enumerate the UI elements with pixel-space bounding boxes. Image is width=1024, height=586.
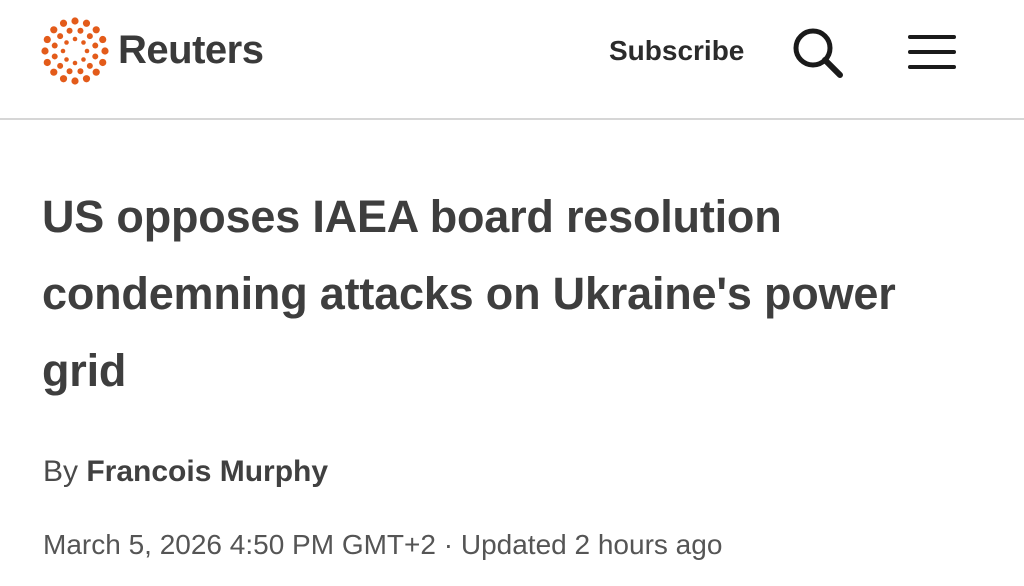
logo-dot	[99, 35, 107, 44]
article-headline: US opposes IAEA board resolution condemn…	[42, 191, 896, 396]
logo-dot	[81, 40, 86, 45]
logo-dot	[99, 58, 107, 67]
logo-dot	[71, 77, 79, 85]
logo-dot	[72, 36, 78, 42]
logo-dot	[41, 47, 49, 55]
published-date: March 5, 2026 4:50 PM GMT+2	[43, 529, 436, 560]
logo-dot	[92, 68, 100, 76]
hamburger-menu-icon	[908, 35, 956, 69]
reuters-logo-icon	[41, 17, 109, 85]
logo-dot	[57, 33, 64, 40]
search-icon	[793, 28, 843, 78]
logo-dot	[86, 33, 93, 40]
logo-dot	[60, 48, 66, 54]
logo-dot	[86, 62, 93, 69]
logo-dot	[64, 40, 69, 45]
byline-prefix: By	[43, 455, 79, 488]
logo-dot	[82, 75, 91, 83]
logo-wordmark: Reuters	[118, 28, 264, 72]
logo-dot	[64, 57, 69, 62]
logo-dot	[59, 75, 68, 83]
logo-dot	[50, 68, 58, 76]
logo-dot	[51, 53, 58, 60]
logo-dot	[77, 27, 84, 34]
logo-dot	[66, 27, 73, 34]
logo-dot	[57, 62, 64, 69]
subscribe-button[interactable]: Subscribe	[609, 31, 744, 71]
reuters-logo[interactable]: Reuters	[40, 17, 264, 85]
site-header: Reuters Subscribe	[0, 0, 1024, 120]
logo-dot	[101, 47, 109, 55]
logo-dot	[82, 19, 91, 27]
logo-dot	[66, 68, 73, 75]
author-link[interactable]: Francois Murphy	[86, 455, 328, 488]
logo-dot	[43, 35, 51, 44]
logo-dot	[72, 60, 78, 66]
updated-time: Updated 2 hours ago	[460, 529, 723, 560]
dateline-separator: ·	[443, 529, 454, 560]
logo-dot	[50, 26, 58, 34]
search-button[interactable]	[790, 25, 846, 81]
logo-dot	[59, 19, 68, 27]
byline: By Francois Murphy	[43, 452, 328, 492]
logo-dot	[92, 26, 100, 34]
logo-dot	[51, 42, 58, 49]
logo-dot	[71, 17, 79, 25]
menu-button[interactable]	[906, 32, 958, 72]
logo-dot	[92, 53, 99, 60]
logo-dot	[81, 57, 86, 62]
logo-dot	[43, 58, 51, 67]
article-dateline: March 5, 2026 4:50 PM GMT+2 · Updated 2 …	[43, 525, 722, 565]
logo-dot	[84, 48, 90, 54]
logo-dot	[77, 68, 84, 75]
logo-dot	[92, 42, 99, 49]
